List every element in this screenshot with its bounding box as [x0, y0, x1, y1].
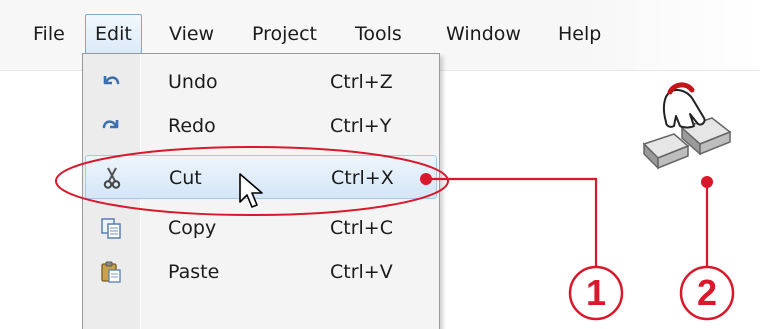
paste-shortcut: Ctrl+V: [330, 261, 393, 283]
cut-shortcut: Ctrl+X: [331, 167, 394, 189]
keyboard-shortcut-icon: [642, 82, 732, 170]
menu-item-undo[interactable]: Undo Ctrl+Z: [85, 60, 437, 104]
cut-label: Cut: [169, 167, 202, 189]
menu-help[interactable]: Help: [549, 14, 610, 54]
redo-shortcut: Ctrl+Y: [330, 115, 392, 137]
callout-1-number: 1: [585, 272, 607, 313]
menu-item-redo[interactable]: Redo Ctrl+Y: [85, 104, 437, 148]
menu-file[interactable]: File: [24, 14, 74, 54]
redo-label: Redo: [168, 115, 216, 137]
mouse-cursor-icon: [239, 173, 263, 208]
menu-item-copy[interactable]: Copy Ctrl+C: [85, 206, 437, 250]
paste-label: Paste: [168, 261, 220, 283]
callout-2-number: 2: [696, 272, 718, 313]
scissors-icon: [103, 167, 121, 189]
menu-tools[interactable]: Tools: [346, 14, 411, 54]
undo-shortcut: Ctrl+Z: [330, 71, 393, 93]
screenshot-stage: File Edit View Project Tools Window Help…: [0, 0, 760, 329]
menu-project[interactable]: Project: [243, 14, 326, 54]
copy-label: Copy: [168, 217, 217, 239]
callout-1-leader: [426, 177, 598, 270]
menu-edit[interactable]: Edit: [85, 14, 142, 54]
undo-icon: [103, 76, 120, 85]
menu-window[interactable]: Window: [437, 14, 530, 54]
redo-icon: [102, 120, 119, 129]
undo-label: Undo: [168, 71, 218, 93]
menu-item-paste[interactable]: Paste Ctrl+V: [85, 250, 437, 294]
copy-icon: [101, 218, 121, 239]
copy-shortcut: Ctrl+C: [330, 217, 393, 239]
menu-view[interactable]: View: [160, 14, 223, 54]
paste-icon: [101, 261, 121, 283]
